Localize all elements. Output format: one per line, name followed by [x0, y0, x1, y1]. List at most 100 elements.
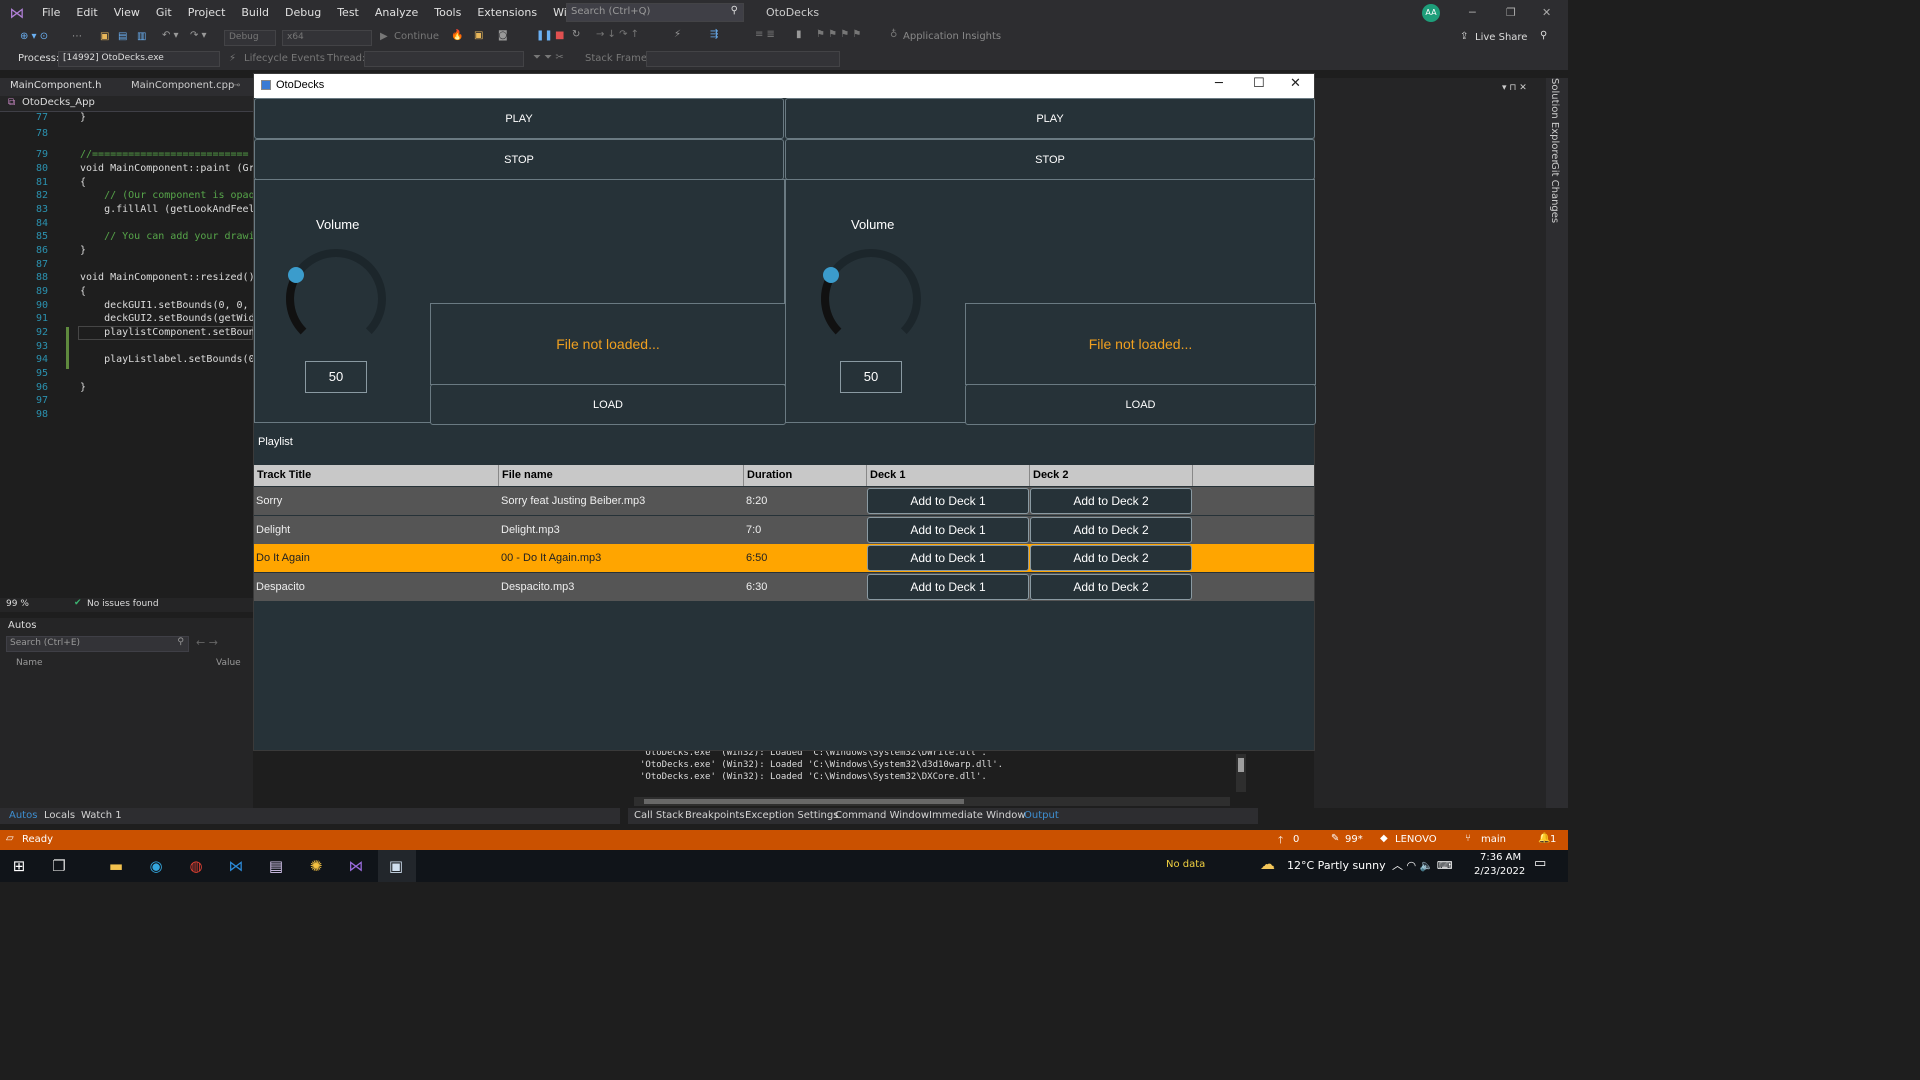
status-notifications[interactable]: 1: [1550, 834, 1556, 845]
status-up-count[interactable]: 0: [1293, 834, 1299, 845]
visual-studio-icon[interactable]: ⋈: [345, 855, 367, 877]
deck1-volume-value[interactable]: 50: [305, 361, 367, 393]
tab-git-changes[interactable]: Git Changes: [1549, 162, 1560, 223]
process-select[interactable]: [14992] OtoDecks.exe: [58, 51, 220, 67]
deck2-stop-button[interactable]: STOP: [785, 139, 1315, 180]
status-repo[interactable]: LENOVO: [1395, 834, 1437, 845]
deck1-load-button[interactable]: LOAD: [430, 384, 786, 425]
windows-start-icon[interactable]: ⊞: [8, 855, 30, 877]
status-pencil-count[interactable]: 99*: [1345, 834, 1363, 845]
col-deck1[interactable]: Deck 1: [867, 465, 1030, 486]
no-data-indicator[interactable]: No data: [1166, 859, 1205, 870]
folder-icon[interactable]: ▣: [474, 30, 483, 41]
add-to-deck1-button[interactable]: Add to Deck 1: [867, 488, 1029, 514]
vscode-icon[interactable]: ⋈: [225, 855, 247, 877]
open-folder-icon[interactable]: ▣: [100, 31, 109, 42]
menu-test[interactable]: Test: [329, 0, 367, 26]
output-hscrollbar[interactable]: [634, 797, 1230, 806]
edge-icon[interactable]: ◉: [145, 855, 167, 877]
thread-select[interactable]: [364, 51, 524, 67]
add-to-deck2-button[interactable]: Add to Deck 2: [1030, 545, 1192, 571]
pencil-icon[interactable]: ✎: [1331, 833, 1339, 844]
feedback-icon[interactable]: ⚲: [1540, 30, 1547, 41]
filter-icon[interactable]: ⏷ ⏷ ✂: [533, 52, 564, 63]
deck2-volume-knob[interactable]: [816, 244, 926, 354]
table-row[interactable]: Sorry Sorry feat Justing Beiber.mp3 8:20…: [254, 487, 1314, 515]
deck2-play-button[interactable]: PLAY: [785, 98, 1315, 139]
stop-icon[interactable]: ■: [555, 30, 564, 41]
camera-icon[interactable]: ◙: [498, 30, 508, 41]
notification-center-icon[interactable]: ▭: [1534, 856, 1546, 871]
lifecycle-events-button[interactable]: Lifecycle Events: [244, 53, 325, 64]
add-to-deck2-button[interactable]: Add to Deck 2: [1030, 488, 1192, 514]
autos-search-input[interactable]: Search (Ctrl+E) ⚲: [6, 636, 189, 652]
stack-frame-select[interactable]: [646, 51, 840, 67]
panel-controls-icon[interactable]: ▾ ⊓ ✕: [1502, 83, 1527, 93]
tray-icons[interactable]: ︿ ◠ 🔈 ⌨: [1392, 857, 1453, 873]
comment-icon[interactable]: ≡ ≣: [755, 29, 775, 40]
platform-select[interactable]: x64: [282, 30, 372, 46]
col-file-name[interactable]: File name: [499, 465, 744, 486]
menu-extensions[interactable]: Extensions: [469, 0, 545, 26]
pin-icon[interactable]: ⊸: [232, 80, 240, 91]
add-to-deck2-button[interactable]: Add to Deck 2: [1030, 574, 1192, 600]
step-over-icon[interactable]: → ↓ ↷ ↑: [596, 29, 639, 40]
restore-icon[interactable]: ❐: [1506, 6, 1516, 19]
tab-maincomponent-h[interactable]: MainComponent.h: [10, 80, 101, 91]
add-to-deck1-button[interactable]: Add to Deck 1: [867, 545, 1029, 571]
task-view-icon[interactable]: ❐: [48, 855, 70, 877]
deck1-stop-button[interactable]: STOP: [254, 139, 784, 180]
table-row-selected[interactable]: Do It Again 00 - Do It Again.mp3 6:50 Ad…: [254, 544, 1314, 572]
issues-status[interactable]: No issues found: [87, 599, 159, 609]
table-row[interactable]: Despacito Despacito.mp3 6:30 Add to Deck…: [254, 573, 1314, 601]
menu-debug[interactable]: Debug: [277, 0, 329, 26]
menu-project[interactable]: Project: [180, 0, 234, 26]
col-track-title[interactable]: Track Title: [254, 465, 499, 486]
col-deck2[interactable]: Deck 2: [1030, 465, 1193, 486]
nav-arrows-icon[interactable]: ← →: [196, 636, 218, 649]
clock-date[interactable]: 2/23/2022: [1474, 866, 1525, 877]
terminal-icon[interactable]: ▤: [265, 855, 287, 877]
hex-icon[interactable]: ⚡: [674, 29, 681, 40]
tab-autos[interactable]: Autos: [9, 810, 37, 821]
threads-icon[interactable]: ⇶: [710, 29, 718, 40]
file-explorer-icon[interactable]: ▬: [105, 855, 127, 877]
config-select[interactable]: Debug: [224, 30, 276, 46]
app-close-icon[interactable]: ✕: [1290, 76, 1301, 91]
deck2-load-button[interactable]: LOAD: [965, 384, 1316, 425]
save-all-icon[interactable]: ▥: [137, 31, 146, 42]
tab-immediate-window[interactable]: Immediate Window: [929, 810, 1026, 821]
menu-git[interactable]: Git: [148, 0, 180, 26]
notification-bell-icon[interactable]: 🔔: [1538, 833, 1550, 844]
vs-search-input[interactable]: Search (Ctrl+Q) ⚲: [566, 3, 744, 22]
branch-icon[interactable]: ⑂: [1465, 833, 1471, 844]
col-duration[interactable]: Duration: [744, 465, 867, 486]
output-vscrollbar[interactable]: [1236, 754, 1246, 792]
deck1-play-button[interactable]: PLAY: [254, 98, 784, 139]
table-row[interactable]: Delight Delight.mp3 7:0 Add to Deck 1 Ad…: [254, 516, 1314, 544]
add-to-deck1-button[interactable]: Add to Deck 1: [867, 517, 1029, 543]
weather-text[interactable]: 12°C Partly sunny: [1287, 859, 1386, 872]
tab-command-window[interactable]: Command Window: [835, 810, 929, 821]
chrome-icon[interactable]: ◍: [185, 855, 207, 877]
tab-output[interactable]: Output: [1024, 810, 1059, 821]
add-to-deck1-button[interactable]: Add to Deck 1: [867, 574, 1029, 600]
zoom-select[interactable]: 99 %: [6, 599, 29, 609]
new-icon[interactable]: ⋯: [72, 31, 82, 42]
bookmark-icon[interactable]: ▮: [796, 29, 802, 40]
weather-icon[interactable]: ☁: [1260, 855, 1275, 873]
deck2-volume-value[interactable]: 50: [840, 361, 902, 393]
clock-time[interactable]: 7:36 AM: [1480, 852, 1521, 863]
pause-icon[interactable]: ❚❚: [536, 30, 553, 41]
add-to-deck2-button[interactable]: Add to Deck 2: [1030, 517, 1192, 543]
output-panel[interactable]: 'OtoDecks.exe' (Win32): Loaded 'C:\Windo…: [628, 748, 1258, 810]
tab-solution-explorer[interactable]: Solution Explorer: [1549, 78, 1560, 164]
code-editor[interactable]: 77} 78 79 //========================== 80…: [0, 112, 261, 598]
menu-analyze[interactable]: Analyze: [367, 0, 426, 26]
menu-view[interactable]: View: [106, 0, 148, 26]
app-minimize-icon[interactable]: ─: [1215, 76, 1223, 91]
deck1-volume-knob[interactable]: [281, 244, 391, 354]
bookmark-nav-icon[interactable]: ⚑ ⚑ ⚑ ⚑: [816, 29, 861, 40]
tab-watch1[interactable]: Watch 1: [81, 810, 122, 821]
tab-exception-settings[interactable]: Exception Settings: [745, 810, 838, 821]
